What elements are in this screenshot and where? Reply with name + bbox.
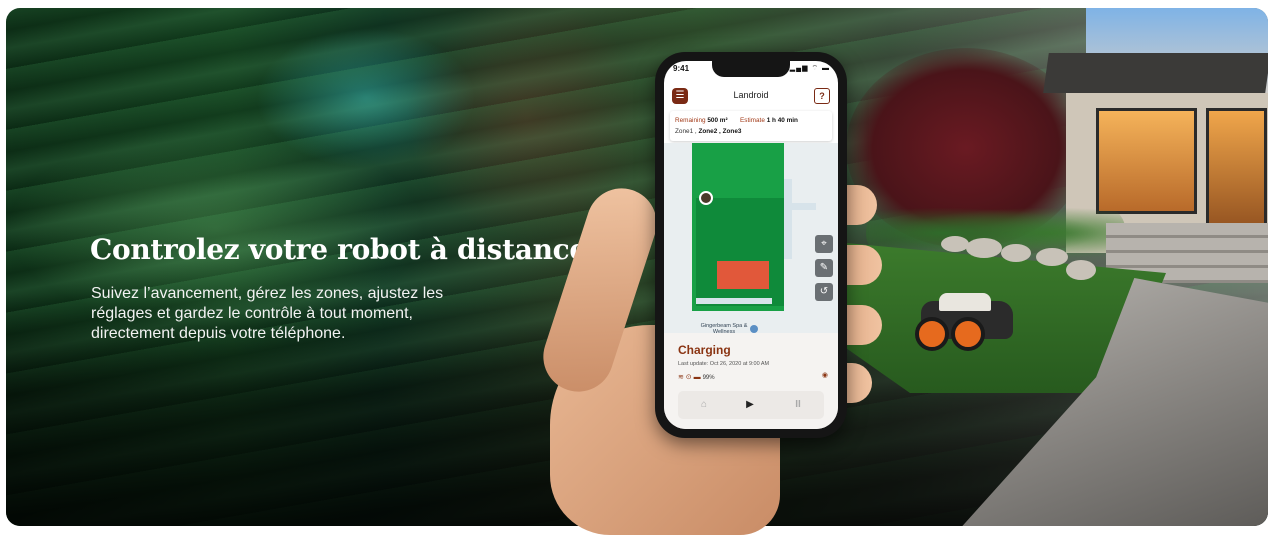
status-indicators: ≋ ⊙ ▬ 99% [678,373,715,381]
refresh-icon[interactable]: ↺ [815,283,833,301]
mowing-info-card: Remaining 500 m² Estimate 1 h 40 min Zon… [670,111,832,141]
estimate-value: 1 h 40 min [766,117,798,124]
status-panel: Charging Last update: Oct 26, 2020 at 9:… [664,333,838,429]
map-zone-lawn-active [696,198,784,306]
phone-screen: 9:41 ▂▄▆ ⌔ ▬ ☰ Landroid ? Remaining 500 … [664,61,838,429]
zones-row: Zone1 , Zone2 , Zone3 [675,128,741,135]
edit-icon[interactable]: ✎ [815,259,833,277]
status-time: 9:41 [673,64,690,73]
map-path [784,179,792,259]
map-path [784,203,816,210]
mower-lid [939,293,991,311]
map-path [696,298,772,304]
zone-item[interactable]: Zone3 [723,128,742,135]
map-poi-icon [750,325,758,333]
house-roof [1043,53,1268,93]
robot-controls: ⌂ ▶ II [678,391,824,419]
hero-subtext: Suivez l’avancement, gérez les zones, aj… [91,285,444,342]
robot-mower [915,293,1016,351]
zone-item[interactable]: Zone1 , [675,128,697,135]
mower-wheel [951,317,985,351]
smartphone: 9:41 ▂▄▆ ⌔ ▬ ☰ Landroid ? Remaining 500 … [655,52,847,438]
wifi-gps-battery-icons: ≋ ⊙ ▬ [678,374,701,381]
home-button[interactable]: ⌂ [696,397,712,413]
last-update: Last update: Oct 26, 2020 at 9:00 AM [678,361,770,367]
zone-item[interactable]: Zone2 , [698,128,720,135]
phone-notch [712,61,790,77]
estimate-label: Estimate [740,117,765,124]
progress-row: Remaining 500 m² Estimate 1 h 40 min [675,117,798,124]
recenter-icon[interactable]: ⌖ [815,235,833,253]
robot-location-icon [699,191,713,205]
map-house [717,261,769,289]
garden-map[interactable]: Gingerbeam Spa & Wellness ⌖ ✎ ↺ [664,143,838,335]
pause-button[interactable]: II [790,397,806,413]
remaining-value: 500 m² [707,117,728,124]
mower-wheel [915,317,949,351]
help-icon[interactable]: ? [814,88,830,104]
status-icons: ▂▄▆ ⌔ ▬ [789,65,830,72]
remaining-label: Remaining [675,117,706,124]
robot-state: Charging [678,343,731,357]
house-window [1096,108,1197,214]
vibrate-icon[interactable]: ◉ [822,371,828,379]
play-button[interactable]: ▶ [742,397,758,413]
app-title: Landroid [733,90,769,100]
app-bar: ☰ Landroid ? [664,83,838,109]
battery-level: 99% [702,375,715,381]
